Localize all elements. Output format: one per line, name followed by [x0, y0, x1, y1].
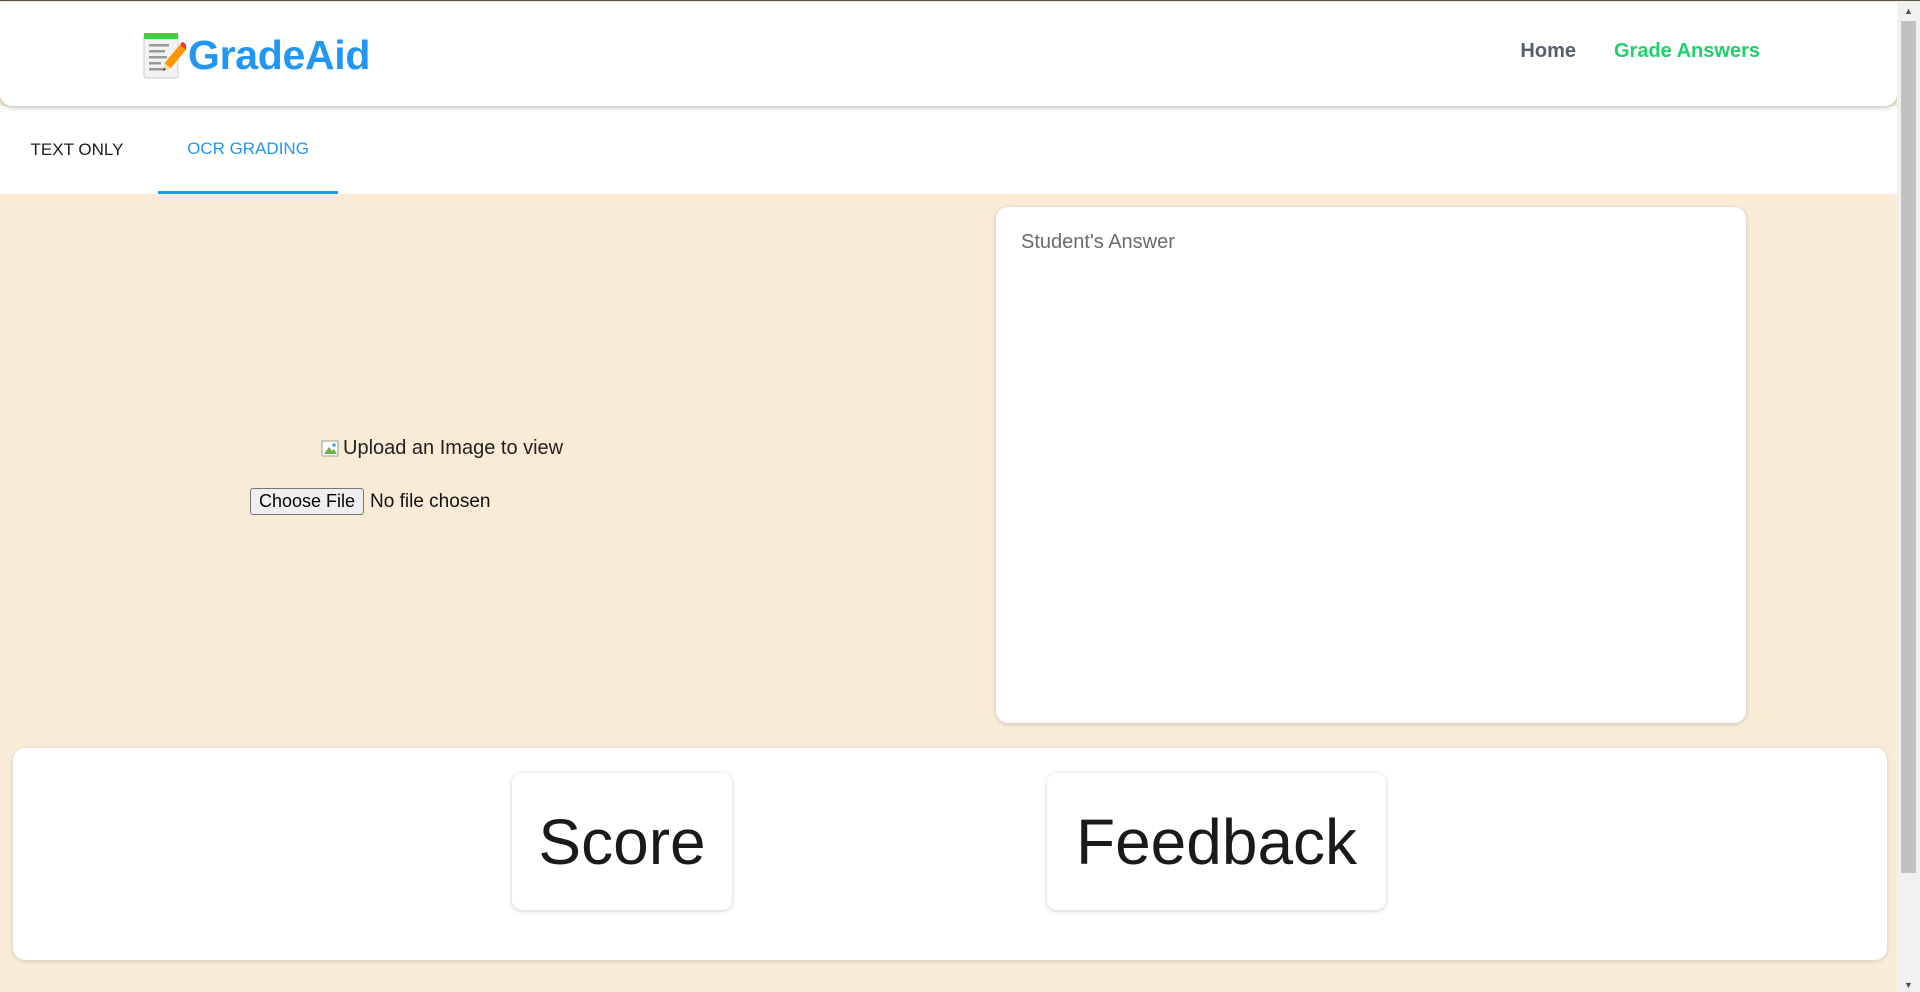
- results-panel: Score Feedback: [13, 748, 1887, 960]
- grading-mode-tabs: TEXT ONLY OCR GRADING: [0, 106, 1897, 194]
- image-preview: Upload an Image to view: [321, 437, 563, 460]
- score-card: Score: [512, 773, 732, 910]
- tab-text-only[interactable]: TEXT ONLY: [0, 106, 154, 194]
- nav-home-link[interactable]: Home: [1520, 40, 1576, 63]
- student-answer-label: Student's Answer: [1021, 231, 1175, 253]
- nav-grade-answers-link[interactable]: Grade Answers: [1614, 40, 1760, 63]
- top-navbar: GradeAid Home Grade Answers: [0, 2, 1897, 106]
- brand-logo[interactable]: GradeAid: [142, 28, 370, 82]
- broken-image-icon: [321, 440, 339, 456]
- scrollbar-thumb[interactable]: [1901, 21, 1916, 873]
- feedback-card: Feedback: [1047, 773, 1386, 910]
- main-nav: Home Grade Answers: [1520, 40, 1760, 63]
- brand-name: GradeAid: [188, 31, 371, 78]
- student-answer-textarea[interactable]: [1016, 267, 1726, 703]
- tab-ocr-grading[interactable]: OCR GRADING: [158, 106, 338, 194]
- notepad-pencil-icon: [143, 33, 186, 79]
- image-alt-text: Upload an Image to view: [343, 437, 564, 459]
- file-status-text: No file chosen: [370, 490, 491, 512]
- scroll-down-arrow-icon[interactable]: ▼: [1897, 976, 1920, 992]
- image-upload-panel: Upload an Image to view Choose File No f…: [0, 194, 990, 734]
- file-input: Choose File No file chosen: [250, 488, 490, 515]
- choose-file-button[interactable]: Choose File: [250, 488, 365, 515]
- page-scrollbar[interactable]: ▲ ▼: [1897, 2, 1920, 992]
- scroll-up-arrow-icon[interactable]: ▲: [1897, 2, 1920, 19]
- student-answer-card: Student's Answer: [996, 207, 1746, 723]
